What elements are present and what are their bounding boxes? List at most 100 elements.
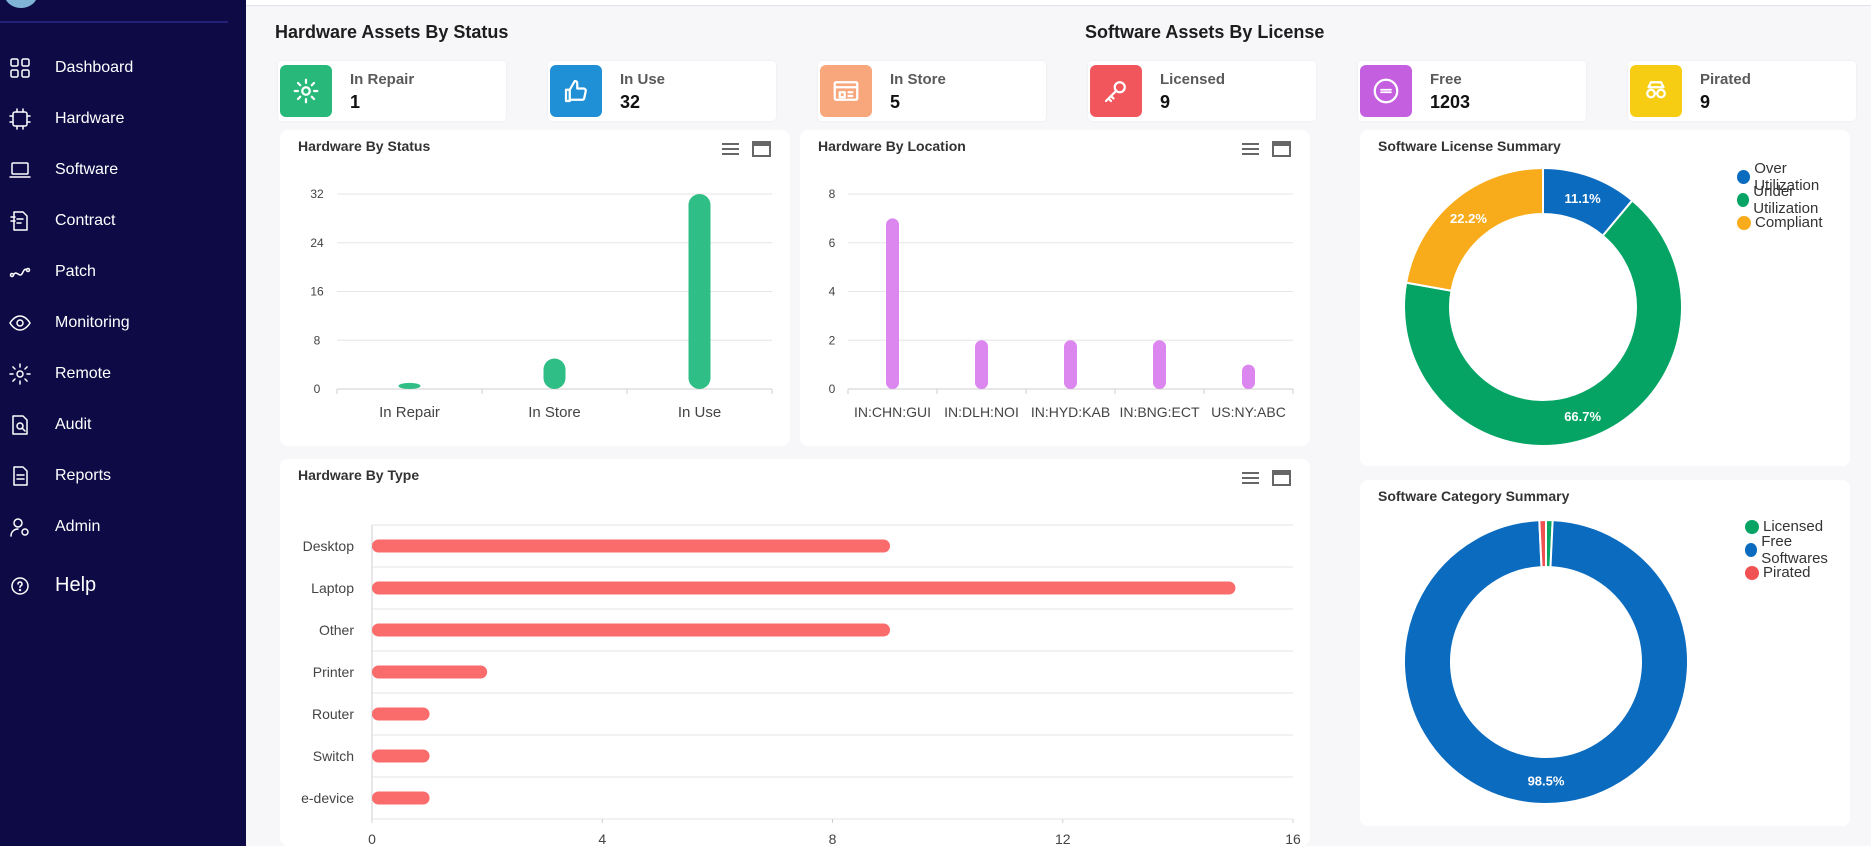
x-tick-label: US:NY:ABC [1211,404,1286,420]
stat-card-licensed[interactable]: Licensed 9 [1088,61,1316,121]
card-title: Hardware By Status [298,138,431,154]
y-tick-label: Router [312,706,354,722]
stat-label: Pirated [1700,71,1751,88]
y-tick-label: 32 [310,187,324,201]
sidebar-item-contract[interactable]: Contract [0,195,246,246]
legend-marker [1745,519,1759,534]
stat-card-in-store[interactable]: In Store 5 [818,61,1046,121]
sidebar-item-label: Remote [55,364,112,382]
x-tick-label: In Use [678,404,721,421]
menu-icon[interactable] [1240,469,1261,487]
legend-marker [1737,215,1751,230]
maximize-icon[interactable] [751,140,772,158]
chart-card-software-license-summary: 11.1% 66.7% 22.2% Software License Summary… [1360,130,1850,466]
y-tick-label: 0 [314,382,321,396]
audit-icon [8,413,32,437]
key-icon [1090,65,1142,117]
sidebar-item-remote[interactable]: Remote [0,348,246,399]
sidebar-item-help[interactable]: Help [0,560,246,611]
legend-marker [1745,565,1759,580]
hardware-by-status-chart: 0 8 16 24 32 In Repair In Store In Use [310,187,773,421]
menu-icon[interactable] [1240,140,1261,158]
stat-card-free[interactable]: Free 1203 [1358,61,1586,121]
sidebar-item-dashboard[interactable]: Dashboard [0,42,246,93]
pie-slice [1538,518,1547,569]
x-tick-label: 16 [1285,831,1301,846]
sidebar-item-monitoring[interactable]: Monitoring [0,297,246,348]
card-tools [1240,140,1292,158]
y-tick-label: 4 [829,285,836,299]
legend-label: Pirated [1763,564,1811,581]
sidebar-divider [0,21,228,23]
sidebar-item-label: Contract [55,211,116,229]
card-title: Hardware By Location [818,138,966,154]
store-icon [820,65,872,117]
y-tick-label: Printer [313,664,355,680]
legend-marker [1737,192,1750,207]
sidebar-item-hardware[interactable]: Hardware [0,93,246,144]
data-label: 22.2% [1450,211,1487,226]
x-tick-label: In Store [528,404,581,421]
card-tools [1240,469,1292,487]
help-icon [8,574,32,598]
stat-card-in-use[interactable]: In Use 32 [548,61,776,121]
bar [372,791,430,805]
y-tick-label: Other [319,622,354,638]
stat-value: 5 [890,92,901,112]
y-tick-label: 8 [314,333,321,347]
card-tools [720,140,772,158]
stat-label: In Repair [350,71,415,88]
legend-item[interactable]: Under Utilization [1737,183,1850,217]
app-logo[interactable] [4,0,38,8]
maximize-icon[interactable] [1271,140,1292,158]
y-tick-label: Switch [313,748,354,764]
chip-icon [8,107,32,131]
data-label: 98.5% [1528,774,1565,789]
x-tick-label: 4 [598,831,606,846]
legend-marker [1745,542,1758,557]
sidebar-item-reports[interactable]: Reports [0,450,246,501]
y-tick-label: 16 [310,285,324,299]
bar [543,358,566,389]
chart-card-hardware-by-status: 0 8 16 24 32 In Repair In Store In Use Hardware… [280,130,790,446]
chart-card-hardware-by-location: 0 2 4 6 8 IN:CHN:GUI IN:DLH:NOI IN:HYD:KAB IN:BN… [800,130,1310,446]
legend-label: Free Softwares [1761,532,1828,567]
bar [372,623,891,637]
x-tick-label: IN:CHN:GUI [854,404,931,420]
stat-value: 1203 [1430,92,1471,112]
legend-item[interactable]: Free Softwares [1745,533,1850,567]
x-tick-label: IN:BNG:ECT [1119,404,1200,420]
bar [372,539,891,553]
admin-icon [8,515,32,539]
x-tick-label: In Repair [379,404,440,421]
sidebar-item-admin[interactable]: Admin [0,501,246,552]
hardware-by-type-chart: 0 4 8 12 16 Desktop Laptop Other Printer Router Sw… [301,524,1301,846]
y-tick-label: 24 [310,236,324,250]
y-tick-label: Desktop [303,538,355,554]
legend-label: Under Utilization [1753,182,1819,217]
sidebar-item-audit[interactable]: Audit [0,399,246,450]
y-tick-label: 2 [829,333,836,347]
pirate-icon [1630,65,1682,117]
menu-icon[interactable] [720,140,741,158]
card-title: Software License Summary [1378,138,1561,154]
sidebar-item-label: Audit [55,415,92,433]
sidebar-item-patch[interactable]: Patch [0,246,246,297]
hardware-section-title: Hardware Assets By Status [275,22,509,42]
x-tick-label: 8 [829,831,837,846]
gear-icon [280,65,332,117]
sidebar-item-software[interactable]: Software [0,144,246,195]
stat-card-in-repair[interactable]: In Repair 1 [278,61,506,121]
stat-card-pirated[interactable]: Pirated 9 [1628,61,1856,121]
laptop-icon [8,158,32,182]
bar [1242,364,1255,389]
card-title: Hardware By Type [298,467,420,483]
x-tick-label: IN:DLH:NOI [944,404,1019,420]
stat-value: 9 [1700,92,1711,112]
maximize-icon[interactable] [1271,469,1292,487]
legend-label: Compliant [1755,214,1823,231]
x-tick-label: 12 [1055,831,1071,846]
sidebar-item-label: Patch [55,262,96,280]
stat-label: Free [1430,71,1462,88]
card-title: Software Category Summary [1378,488,1570,504]
